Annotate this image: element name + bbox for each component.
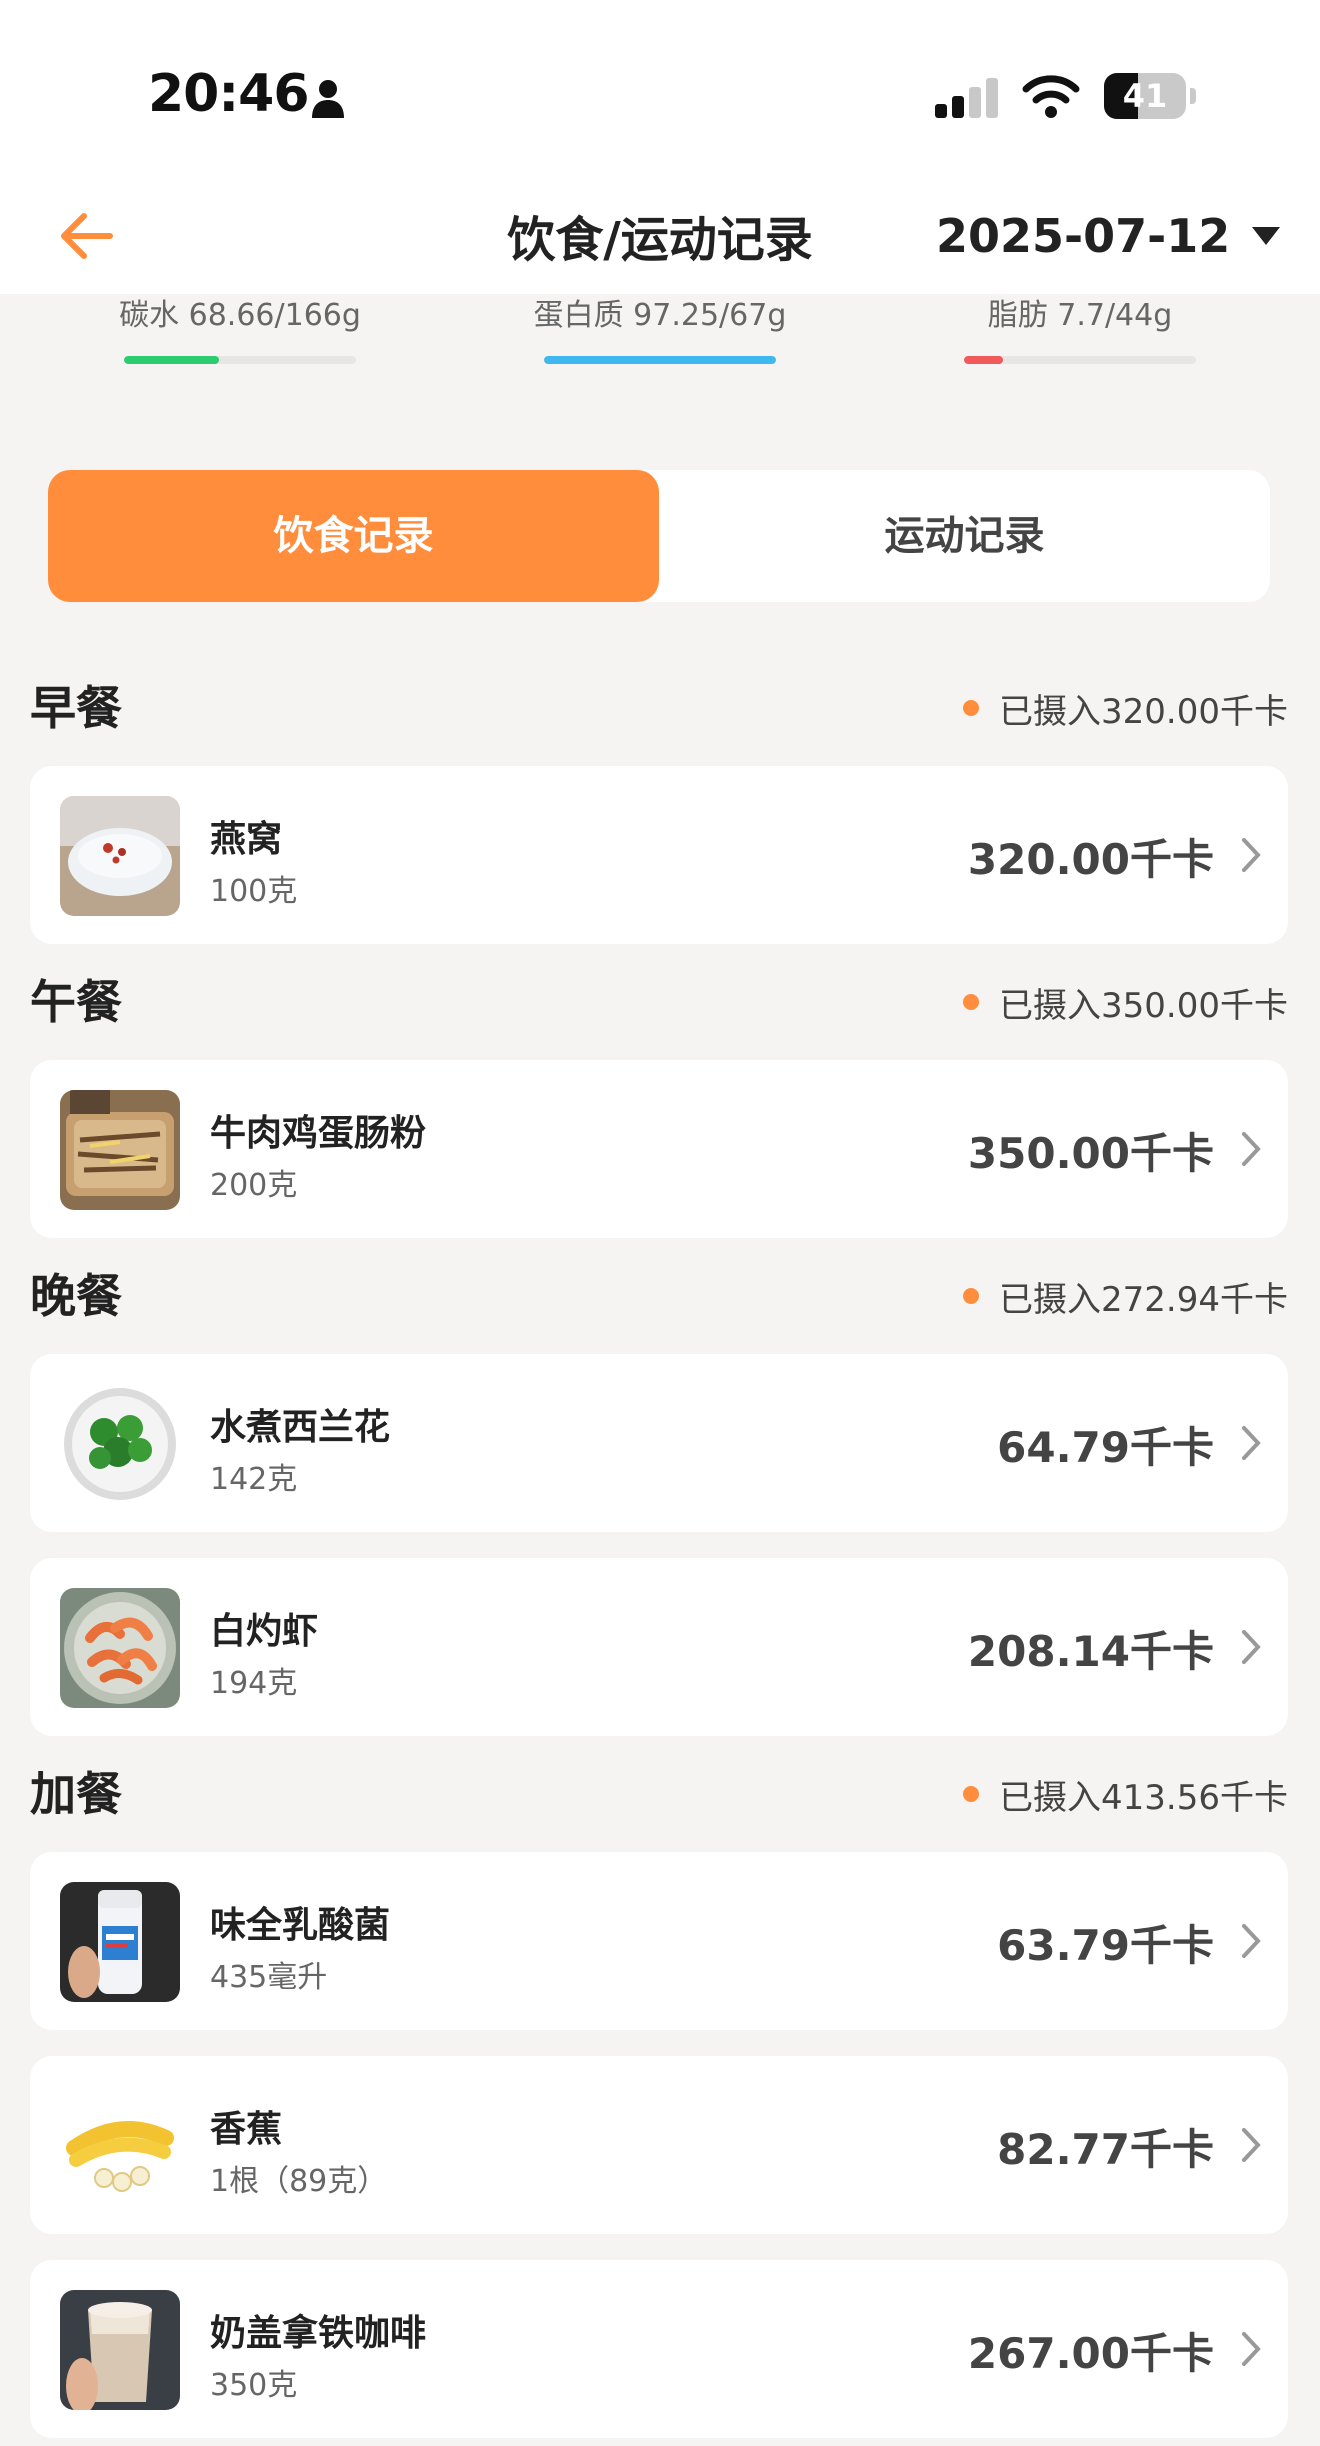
macro-carbs: 碳水 68.66/166g [100,290,380,364]
meal-title: 加餐 [30,1767,122,1821]
chevron-right-icon [1242,1924,1261,1958]
food-calories: 63.79千卡 [997,1921,1214,1970]
meal-section-snack: 加餐 已摄入413.56千卡 [30,1764,1288,1824]
food-name: 牛肉鸡蛋肠粉 [210,1113,427,1154]
tab-diet-record[interactable]: 饮食记录 [48,470,659,602]
macro-label: 脂肪 7.7/44g [987,298,1173,333]
meal-total: 已摄入413.56千卡 [963,1764,1288,1824]
food-item[interactable]: 燕窝 100克 320.00千卡 [30,766,1288,944]
food-calories: 208.14千卡 [967,1627,1214,1676]
bird-nest-icon [60,796,180,916]
food-quantity: 435毫升 [210,1960,328,1995]
meal-total-text: 已摄入350.00千卡 [999,985,1288,1026]
signal-icon [935,78,998,118]
page-title: 饮食/运动记录 [507,212,813,268]
food-quantity: 100克 [210,874,298,909]
food-item[interactable]: 水煮西兰花 142克 64.79千卡 [30,1354,1288,1532]
chevron-right-icon [1242,2332,1261,2366]
meal-total-text: 已摄入320.00千卡 [999,691,1288,732]
meal-total: 已摄入320.00千卡 [963,678,1288,738]
food-calories: 350.00千卡 [967,1129,1214,1178]
date-selector[interactable]: 2025-07-12 [936,206,1281,266]
dot-icon [963,994,980,1010]
meal-total: 已摄入272.94千卡 [963,1266,1288,1326]
caret-down-icon[interactable] [1252,227,1281,245]
status-bar: 20:46 41 [0,0,1320,178]
chevron-right-icon [1242,838,1261,872]
status-time: 20:46 [148,64,310,124]
food-calories: 64.79千卡 [997,1423,1214,1472]
tab-exercise-record[interactable]: 运动记录 [659,470,1270,602]
food-item[interactable]: 白灼虾 194克 208.14千卡 [30,1558,1288,1736]
latte-icon [60,2290,180,2410]
meal-total-text: 已摄入413.56千卡 [999,1777,1288,1818]
battery-level: 41 [1122,77,1168,115]
food-calories: 267.00千卡 [967,2329,1214,2378]
food-item[interactable]: 牛肉鸡蛋肠粉 200克 350.00千卡 [30,1060,1288,1238]
macro-fat: 脂肪 7.7/44g [940,290,1220,364]
progress-bar [544,356,776,364]
progress-fill [964,356,1004,364]
macro-label: 蛋白质 97.25/67g [533,298,787,333]
macro-label: 碳水 68.66/166g [119,298,361,333]
food-quantity: 350克 [210,2368,298,2403]
battery-icon: 41 [1104,73,1196,119]
food-name: 香蕉 [210,2109,283,2150]
back-arrow-icon[interactable] [56,206,116,266]
dot-icon [963,1786,980,1802]
header: 饮食/运动记录 2025-07-12 [0,178,1320,294]
meal-section-lunch: 午餐 已摄入350.00千卡 [30,972,1288,1032]
broccoli-icon [60,1384,180,1504]
shrimp-icon [60,1588,180,1708]
meal-total-text: 已摄入272.94千卡 [999,1279,1288,1320]
banana-icon [60,2086,180,2206]
date-text[interactable]: 2025-07-12 [936,209,1230,263]
dot-icon [963,1288,980,1304]
food-name: 燕窝 [210,819,283,860]
yogurt-drink-icon [60,1882,180,2002]
progress-fill [124,356,220,364]
food-quantity: 200克 [210,1168,298,1203]
wifi-icon [1022,75,1080,118]
progress-bar [124,356,356,364]
chevron-right-icon [1242,1132,1261,1166]
progress-bar [964,356,1196,364]
food-name: 奶盖拿铁咖啡 [210,2313,427,2354]
food-quantity: 142克 [210,1462,298,1497]
food-name: 味全乳酸菌 [210,1905,391,1946]
chevron-right-icon [1242,2128,1261,2162]
food-name: 水煮西兰花 [210,1407,391,1448]
food-name: 白灼虾 [210,1611,319,1652]
meal-section-dinner: 晚餐 已摄入272.94千卡 [30,1266,1288,1326]
food-calories: 320.00千卡 [967,835,1214,884]
chevron-right-icon [1242,1630,1261,1664]
dot-icon [963,700,980,716]
food-item[interactable]: 香蕉 1根（89克） 82.77千卡 [30,2056,1288,2234]
macro-protein: 蛋白质 97.25/67g [520,290,800,364]
food-item[interactable]: 味全乳酸菌 435毫升 63.79千卡 [30,1852,1288,2030]
meal-title: 晚餐 [30,1269,122,1323]
rice-roll-icon [60,1090,180,1210]
person-icon [312,80,344,118]
food-item[interactable]: 奶盖拿铁咖啡 350克 267.00千卡 [30,2260,1288,2438]
meal-title: 早餐 [30,681,122,735]
food-quantity: 1根（89克） [210,2164,388,2199]
chevron-right-icon [1242,1426,1261,1460]
meal-title: 午餐 [30,975,122,1029]
food-calories: 82.77千卡 [997,2125,1214,2174]
food-quantity: 194克 [210,1666,298,1701]
progress-fill [544,356,776,364]
meal-section-breakfast: 早餐 已摄入320.00千卡 [30,678,1288,738]
meal-total: 已摄入350.00千卡 [963,972,1288,1032]
record-tabs: 饮食记录 运动记录 [48,470,1270,602]
